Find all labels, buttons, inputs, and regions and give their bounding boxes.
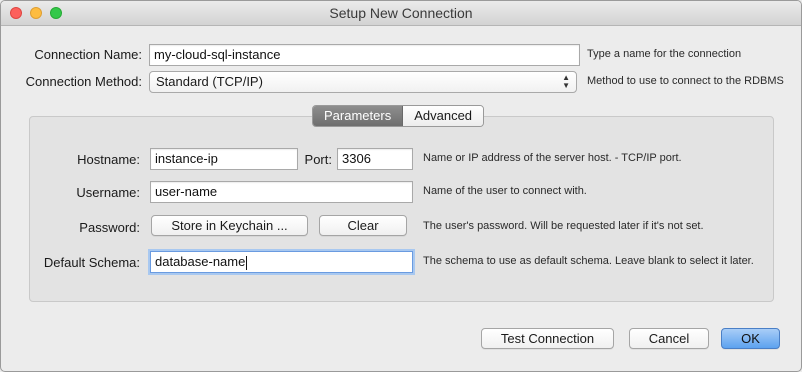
username-label: Username: bbox=[76, 185, 140, 200]
connection-name-label: Connection Name: bbox=[34, 47, 142, 62]
port-label: Port: bbox=[304, 152, 332, 167]
username-input[interactable]: user-name bbox=[150, 181, 413, 203]
username-hint: Name of the user to connect with. bbox=[423, 185, 587, 197]
connection-method-label: Connection Method: bbox=[25, 74, 142, 89]
connection-method-value: Standard (TCP/IP) bbox=[156, 74, 263, 89]
title-bar: Setup New Connection bbox=[1, 1, 801, 26]
store-in-keychain-button[interactable]: Store in Keychain ... bbox=[151, 215, 308, 236]
hostname-input[interactable]: instance-ip bbox=[150, 148, 298, 170]
default-schema-value: database-name bbox=[155, 254, 246, 269]
hostname-hint: Name or IP address of the server host. -… bbox=[423, 152, 682, 164]
password-hint: The user's password. Will be requested l… bbox=[423, 220, 704, 232]
parameters-panel bbox=[29, 116, 774, 302]
setup-connection-window: Setup New Connection Connection Name: my… bbox=[0, 0, 802, 372]
window-title: Setup New Connection bbox=[329, 5, 473, 21]
connection-name-hint: Type a name for the connection bbox=[587, 48, 742, 60]
ok-button[interactable]: OK bbox=[721, 328, 780, 349]
default-schema-label: Default Schema: bbox=[43, 255, 140, 270]
select-arrows-icon: ▲ ▼ bbox=[562, 73, 570, 90]
tab-advanced[interactable]: Advanced bbox=[403, 106, 484, 126]
clear-password-button[interactable]: Clear bbox=[319, 215, 407, 236]
cancel-button[interactable]: Cancel bbox=[629, 328, 709, 349]
connection-method-select[interactable]: Standard (TCP/IP) ▲ ▼ bbox=[149, 71, 577, 93]
default-schema-input[interactable]: database-name bbox=[150, 251, 413, 273]
test-connection-button[interactable]: Test Connection bbox=[481, 328, 614, 349]
port-input[interactable]: 3306 bbox=[337, 148, 413, 170]
tab-bar: Parameters Advanced bbox=[312, 105, 485, 127]
hostname-label: Hostname: bbox=[77, 152, 140, 167]
password-label: Password: bbox=[79, 220, 140, 235]
tab-parameters[interactable]: Parameters bbox=[313, 106, 404, 126]
connection-name-input[interactable]: my-cloud-sql-instance bbox=[149, 44, 580, 66]
connection-method-hint: Method to use to connect to the RDBMS bbox=[587, 75, 784, 87]
default-schema-hint: The schema to use as default schema. Lea… bbox=[423, 255, 754, 267]
text-cursor bbox=[246, 255, 248, 270]
